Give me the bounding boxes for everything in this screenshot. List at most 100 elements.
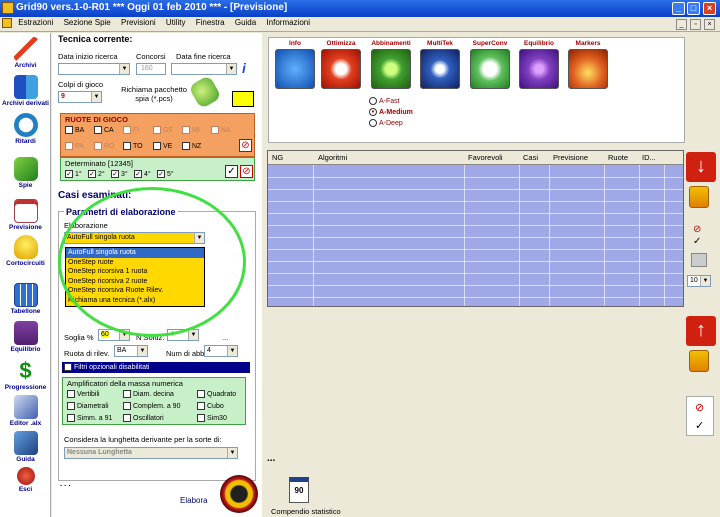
cubo-checkbox[interactable]: Cubo [197,402,224,410]
arrow-up-button[interactable]: ↑ [686,316,716,346]
oscillatori-checkbox[interactable]: Oscillatori [123,414,164,422]
ruota-ge-checkbox[interactable]: GE [153,126,173,134]
clear-icon[interactable]: ⊘ [695,401,704,414]
quadrato-checkbox[interactable]: Quadrato [197,390,236,398]
sidebar-item-previsione[interactable]: Previsione [0,199,51,231]
check-icon[interactable]: ✓ [693,236,701,247]
ruota-rilev-select[interactable]: BA ▼ [114,345,148,357]
mode-adeep-radio[interactable]: A-Deep [369,119,403,127]
column-header[interactable]: NG [272,153,283,162]
equilibrio-feature-button[interactable]: Equilibrio [519,40,559,89]
superconv-feature-button[interactable]: SuperConv [470,40,510,89]
sim30-checkbox[interactable]: Sim30 [197,414,227,422]
complem-90-checkbox[interactable]: Complem. a 90 [123,402,180,410]
mdi-minimize-button[interactable]: _ [676,19,687,30]
lunghetta-select[interactable]: Nessuna Lunghetta ▼ [64,447,238,459]
sidebar-item-ritardi[interactable]: Ritardi [0,113,51,145]
det-3-checkbox[interactable]: ✓ 3° [111,170,128,178]
menu-guida[interactable]: Guida [231,17,260,27]
sidebar-item-archivi[interactable]: Archivi [0,37,51,69]
maximize-button[interactable]: □ [687,2,700,15]
det-2-checkbox[interactable]: ✓ 2° [88,170,105,178]
sidebar-item-editor-alx[interactable]: Editor .alx [0,395,51,427]
column-header[interactable]: Ruote [608,153,628,162]
flashlight-button[interactable] [188,74,222,110]
ruota-fi-checkbox[interactable]: FI [123,126,139,134]
markers-feature-button[interactable]: Markers [568,40,608,89]
sidebar-item-spie[interactable]: Spie [0,157,51,189]
arrow-down-button[interactable]: ↓ [686,152,716,182]
column-header[interactable]: ID... [642,153,656,162]
sidebar-item-equilibrio[interactable]: Equilibrio [0,321,51,353]
sidebar: Archivi Archivi derivati Ritardi Spie Pr… [0,33,51,517]
ruota-nz-checkbox[interactable]: NZ [182,142,201,150]
sidebar-item-guida[interactable]: Guida [0,431,51,463]
filtri-checkbox[interactable] [64,363,72,371]
vertibili-checkbox[interactable]: Vertibili [67,390,100,398]
sidebar-item-tabellone[interactable]: Tabellone [0,283,51,315]
close-button[interactable]: × [703,2,716,15]
multitek-feature-button[interactable]: MultiTek [420,40,460,89]
ruota-ca-checkbox[interactable]: CA [94,126,114,134]
filtri-bar[interactable]: Filtri opzionali disabilitati [62,362,250,373]
ottimizza-feature-button[interactable]: Ottimizza [321,40,361,89]
bucket-up-icon[interactable] [689,350,709,372]
sidebar-item-progressione[interactable]: $ Progressione [0,359,51,392]
info-feature-button[interactable]: Info [275,40,315,89]
compendio-button[interactable]: 90 [289,477,309,503]
printer-icon[interactable] [691,253,707,267]
menu-utility[interactable]: Utility [162,17,190,27]
clear-icon[interactable]: ⊘ [693,224,701,235]
sidebar-item-archivi-derivati[interactable]: Archivi derivati [0,75,51,107]
ruota-to-checkbox[interactable]: TO [123,142,143,150]
colpi-select[interactable]: 9 ▼ [58,91,102,103]
diam-decina-checkbox[interactable]: Diam. decina [123,390,174,398]
diametrali-checkbox[interactable]: Diametrali [67,402,109,410]
num-abb-select[interactable]: 4 ▼ [204,345,238,357]
check-icon[interactable]: ✓ [695,419,704,432]
det-1-checkbox[interactable]: ✓ 1° [65,170,82,178]
ruota-ba-checkbox[interactable]: BA [65,126,84,134]
ruota-ve-checkbox[interactable]: VE [153,142,172,150]
column-header[interactable]: Previsione [553,153,588,162]
menu-estrazioni[interactable]: Estrazioni [14,17,57,27]
simm-91-checkbox[interactable]: Simm. a 91 [67,414,112,422]
mdi-restore-button[interactable]: ▫ [690,19,701,30]
chevron-down-icon: ▼ [700,276,710,286]
ruota-mi-checkbox[interactable]: MI [182,126,200,134]
info-icon[interactable]: i [242,60,252,76]
mdi-close-button[interactable]: × [704,19,715,30]
concorsi-input[interactable]: 160 [136,63,166,75]
ruota-ro-checkbox[interactable]: RO [94,142,115,150]
color-swatch[interactable] [232,91,254,107]
check-all-icon[interactable]: ✓ [225,165,238,178]
mode-afast-radio[interactable]: A-Fast [369,97,400,105]
data-inizio-select[interactable]: ▼ [58,63,130,75]
data-fine-select[interactable]: ▼ [171,63,237,75]
minimize-button[interactable]: _ [672,2,685,15]
det-4-checkbox[interactable]: ✓ 4° [134,170,151,178]
column-header[interactable]: Algoritmi [318,153,347,162]
sidebar-item-esci[interactable]: Esci [0,467,51,493]
side-select[interactable]: 10 ▼ [687,275,711,287]
swirl-icon [420,49,460,89]
abbinamenti-feature-button[interactable]: Abbinamenti [371,40,411,89]
amplificatori-label: Amplificatori della massa numerica [67,379,183,388]
bucket-down-icon[interactable] [689,186,709,208]
mode-amedium-radio[interactable]: • A-Medium [369,108,413,116]
det-5-checkbox[interactable]: ✓ 5° [157,170,174,178]
grid-dots: ... [267,453,276,464]
menu-informazioni[interactable]: Informazioni [262,17,314,27]
menu-previsioni[interactable]: Previsioni [117,17,160,27]
menu-sezione-spie[interactable]: Sezione Spie [60,17,115,27]
clear-ruote-icon[interactable]: ⊘ [239,139,252,152]
ruota-pa-checkbox[interactable]: PA [65,142,84,150]
sidebar-item-cortocircuiti[interactable]: Cortocircuiti [0,235,51,267]
results-table[interactable]: NG Algoritmi Favorevoli Casi Previsione … [267,150,684,307]
clear-det-icon[interactable]: ⊘ [240,165,253,178]
column-header[interactable]: Favorevoli [468,153,503,162]
ruota-na-checkbox[interactable]: NA [211,126,231,134]
elabora-button[interactable] [220,475,258,513]
menu-finestra[interactable]: Finestra [192,17,229,27]
column-header[interactable]: Casi [523,153,538,162]
